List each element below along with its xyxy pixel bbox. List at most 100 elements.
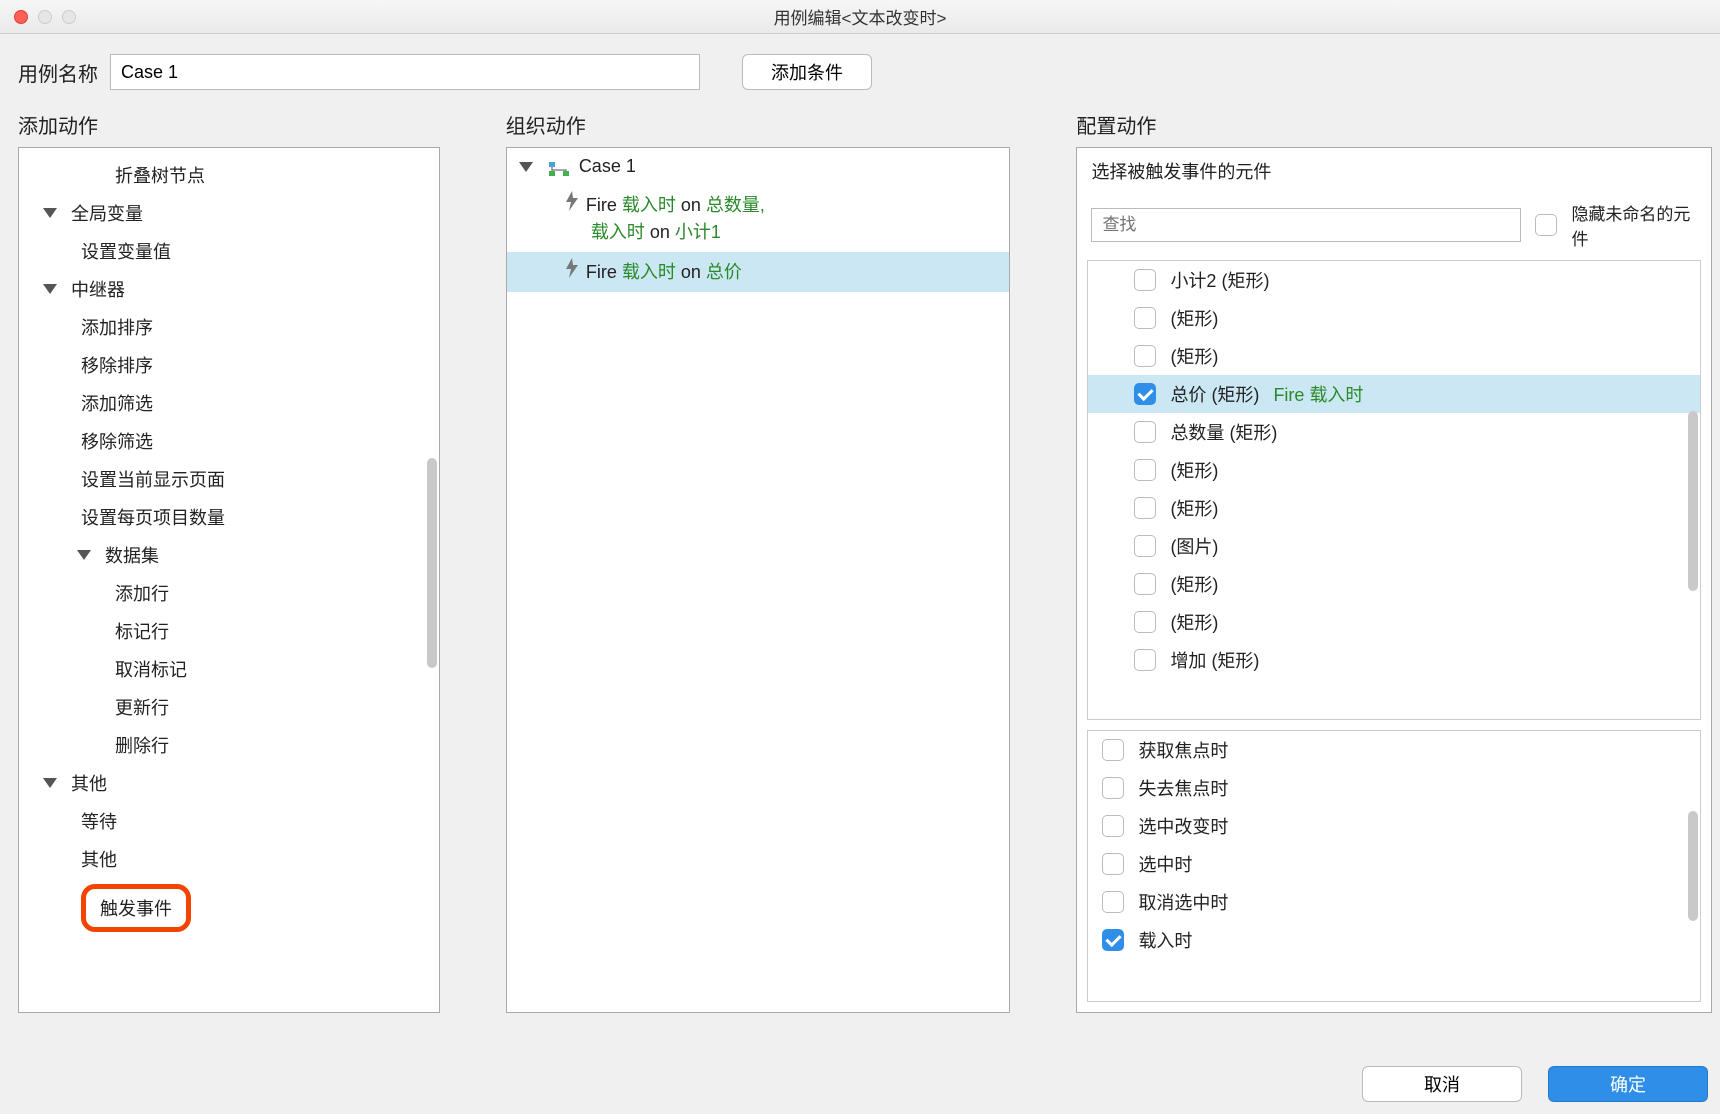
widget-checkbox[interactable]: [1134, 307, 1156, 329]
fire-event-name-2: 载入时: [591, 222, 645, 242]
widget-checkbox[interactable]: [1134, 535, 1156, 557]
widget-row[interactable]: (矩形): [1088, 565, 1700, 603]
close-window-icon[interactable]: [14, 10, 28, 24]
widget-checkbox[interactable]: [1134, 383, 1156, 405]
group-other[interactable]: 其他: [19, 764, 439, 802]
widget-checkbox[interactable]: [1134, 459, 1156, 481]
minimize-window-icon[interactable]: [38, 10, 52, 24]
event-row[interactable]: 载入时: [1088, 921, 1700, 959]
group-repeater[interactable]: 中继器: [19, 270, 439, 308]
add-condition-button[interactable]: 添加条件: [742, 54, 872, 90]
group-global-var[interactable]: 全局变量: [19, 194, 439, 232]
section-configure-title: 配置动作: [1076, 110, 1712, 139]
widget-label: 增加 (矩形): [1170, 647, 1259, 673]
event-label: 载入时: [1138, 927, 1192, 953]
fire-prefix: Fire: [586, 195, 622, 215]
on-text: on: [676, 195, 706, 215]
action-collapse-tree[interactable]: 折叠树节点: [19, 156, 439, 194]
widget-label: (矩形): [1170, 495, 1218, 521]
widget-checkbox[interactable]: [1134, 649, 1156, 671]
case-row[interactable]: Case 1: [507, 148, 1010, 185]
bolt-icon: [563, 191, 581, 211]
widget-row[interactable]: (矩形): [1088, 603, 1700, 641]
fire-event-name: 载入时: [622, 195, 676, 215]
action-fire-event-label: 触发事件: [81, 884, 191, 932]
action-other[interactable]: 其他: [19, 840, 439, 878]
event-row[interactable]: 失去焦点时: [1088, 769, 1700, 807]
bolt-icon: [563, 258, 581, 278]
widget-label: 总数量 (矩形): [1170, 419, 1277, 445]
widget-label: (图片): [1170, 533, 1218, 559]
event-checkbox[interactable]: [1102, 815, 1124, 837]
event-checkbox[interactable]: [1102, 777, 1124, 799]
fire-action-1[interactable]: Fire 载入时 on 总数量, 载入时 on 小计1: [507, 185, 1010, 252]
widget-label: (矩形): [1170, 571, 1218, 597]
chevron-down-icon: [43, 778, 57, 788]
event-row[interactable]: 获取焦点时: [1088, 731, 1700, 769]
case-name-input[interactable]: [110, 54, 700, 90]
action-add-filter[interactable]: 添加筛选: [19, 384, 439, 422]
case-label: Case 1: [579, 156, 636, 177]
widget-row[interactable]: 总价 (矩形) Fire 载入时: [1088, 375, 1700, 413]
action-add-row[interactable]: 添加行: [19, 574, 439, 612]
widget-checkbox[interactable]: [1134, 269, 1156, 291]
event-row[interactable]: 选中改变时: [1088, 807, 1700, 845]
hide-unnamed-checkbox[interactable]: [1535, 214, 1557, 236]
event-label: 取消选中时: [1138, 889, 1228, 915]
widget-checkbox[interactable]: [1134, 421, 1156, 443]
section-organize-title: 组织动作: [506, 110, 1011, 139]
cancel-button[interactable]: 取消: [1362, 1066, 1522, 1102]
widget-row[interactable]: (图片): [1088, 527, 1700, 565]
action-add-sort[interactable]: 添加排序: [19, 308, 439, 346]
action-remove-filter[interactable]: 移除筛选: [19, 422, 439, 460]
widget-extra: Fire 载入时: [1273, 381, 1363, 407]
widget-checkbox[interactable]: [1134, 345, 1156, 367]
group-dataset[interactable]: 数据集: [19, 536, 439, 574]
action-delete-row[interactable]: 删除行: [19, 726, 439, 764]
action-update-row[interactable]: 更新行: [19, 688, 439, 726]
action-set-var[interactable]: 设置变量值: [19, 232, 439, 270]
fire-target-2: 小计1: [675, 222, 721, 242]
action-remove-sort[interactable]: 移除排序: [19, 346, 439, 384]
widget-checkbox[interactable]: [1134, 497, 1156, 519]
fire-target: 总价: [706, 262, 742, 282]
event-label: 失去焦点时: [1138, 775, 1228, 801]
event-checkbox[interactable]: [1102, 929, 1124, 951]
scrollbar[interactable]: [1688, 411, 1698, 591]
widget-row[interactable]: (矩形): [1088, 451, 1700, 489]
chevron-down-icon: [519, 162, 533, 172]
widget-checkbox[interactable]: [1134, 611, 1156, 633]
event-row[interactable]: 选中时: [1088, 845, 1700, 883]
fire-event-name: 载入时: [622, 262, 676, 282]
action-set-current-page[interactable]: 设置当前显示页面: [19, 460, 439, 498]
fire-action-2[interactable]: Fire 载入时 on 总价: [507, 252, 1010, 292]
widget-row[interactable]: (矩形): [1088, 337, 1700, 375]
widget-row[interactable]: 小计2 (矩形): [1088, 261, 1700, 299]
event-checkbox[interactable]: [1102, 739, 1124, 761]
action-unmark[interactable]: 取消标记: [19, 650, 439, 688]
maximize-window-icon[interactable]: [62, 10, 76, 24]
scrollbar[interactable]: [427, 458, 437, 668]
widget-row[interactable]: (矩形): [1088, 489, 1700, 527]
widget-row[interactable]: 总数量 (矩形): [1088, 413, 1700, 451]
widget-row[interactable]: (矩形): [1088, 299, 1700, 337]
configure-action-pane: 选择被触发事件的元件 隐藏未命名的元件 小计2 (矩形)(矩形)(矩形)总价 (…: [1076, 147, 1712, 1013]
action-set-items-per-page[interactable]: 设置每页项目数量: [19, 498, 439, 536]
widget-list: 小计2 (矩形)(矩形)(矩形)总价 (矩形) Fire 载入时总数量 (矩形)…: [1087, 260, 1701, 720]
widget-search-input[interactable]: [1091, 208, 1521, 242]
widget-label: 总价 (矩形): [1170, 381, 1259, 407]
action-wait[interactable]: 等待: [19, 802, 439, 840]
scrollbar[interactable]: [1688, 811, 1698, 921]
event-row[interactable]: 取消选中时: [1088, 883, 1700, 921]
event-checkbox[interactable]: [1102, 891, 1124, 913]
fire-target: 总数量,: [706, 195, 765, 215]
widget-row[interactable]: 增加 (矩形): [1088, 641, 1700, 679]
ok-button[interactable]: 确定: [1548, 1066, 1708, 1102]
event-checkbox[interactable]: [1102, 853, 1124, 875]
widget-checkbox[interactable]: [1134, 573, 1156, 595]
case-name-label: 用例名称: [18, 58, 98, 87]
action-fire-event[interactable]: 触发事件: [19, 878, 439, 938]
action-mark-row[interactable]: 标记行: [19, 612, 439, 650]
widget-label: (矩形): [1170, 609, 1218, 635]
on-text-2: on: [645, 222, 675, 242]
